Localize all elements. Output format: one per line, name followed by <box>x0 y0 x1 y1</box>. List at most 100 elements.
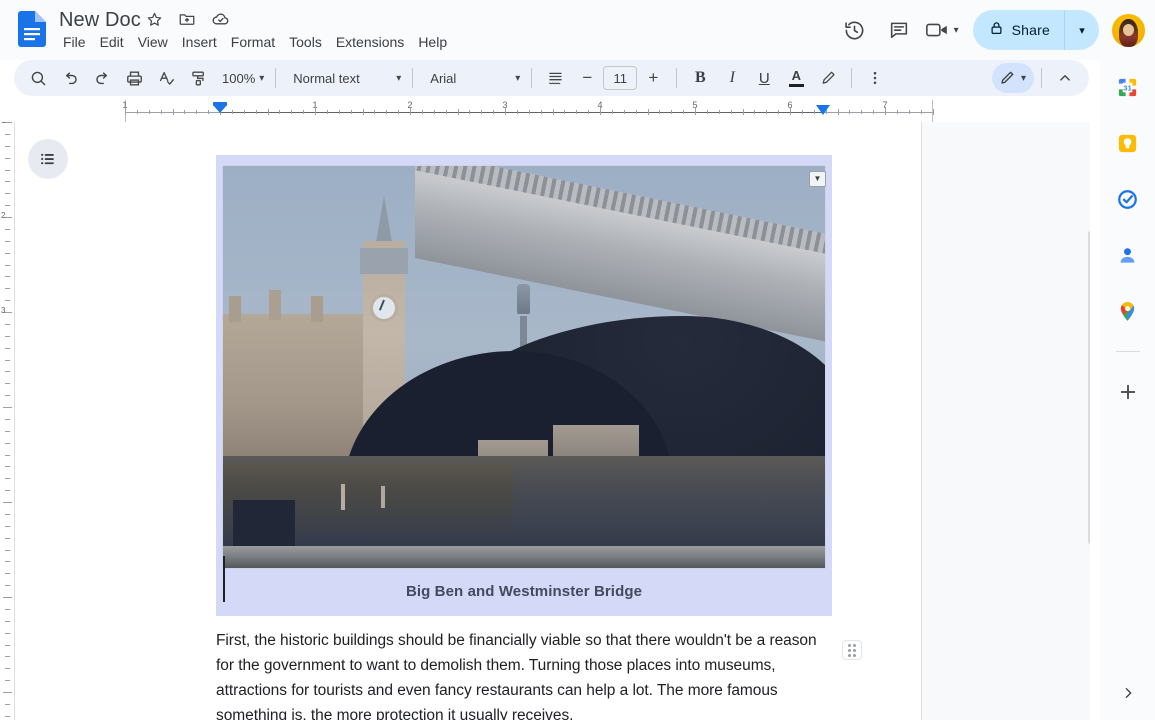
bold-button[interactable]: B <box>685 63 715 93</box>
add-ons-button[interactable] <box>1110 374 1146 410</box>
svg-text:31: 31 <box>1123 83 1132 92</box>
star-icon[interactable] <box>142 7 166 31</box>
document-page[interactable]: ▼ Big Ben and Westminster Bridge First, … <box>14 122 922 720</box>
ruler-tick <box>636 110 637 114</box>
ruler-tick <box>648 109 649 115</box>
paragraph-style-select[interactable]: Normal text ▾ <box>283 64 405 92</box>
share-caret-icon[interactable]: ▾ <box>1065 10 1099 50</box>
google-docs-logo-icon[interactable] <box>16 8 48 50</box>
move-to-folder-icon[interactable] <box>175 7 199 31</box>
ruler-tick <box>161 110 162 114</box>
ruler-tick <box>897 110 898 114</box>
paint-format-icon[interactable] <box>183 63 213 93</box>
more-vertical-icon[interactable] <box>860 63 890 93</box>
sidebar-divider <box>1115 351 1140 352</box>
vertical-ruler-tick <box>5 288 10 289</box>
ruler-tick <box>327 110 328 114</box>
menu-format[interactable]: Format <box>224 30 282 54</box>
comment-history-icon[interactable] <box>879 10 919 50</box>
image-caption[interactable]: Big Ben and Westminster Bridge <box>216 569 832 616</box>
sidebar-item-calendar[interactable]: 31 <box>1110 69 1146 105</box>
underline-button[interactable]: U <box>749 63 779 93</box>
redo-icon[interactable] <box>87 63 117 93</box>
meet-camera-button[interactable]: ▾ <box>923 10 961 50</box>
ruler-tick <box>529 110 530 114</box>
right-indent-marker[interactable] <box>816 105 830 115</box>
vertical-ruler-tick <box>5 170 10 171</box>
left-indent-marker[interactable] <box>213 105 227 113</box>
menu-view[interactable]: View <box>131 30 175 54</box>
sidebar-item-tasks[interactable] <box>1110 181 1146 217</box>
font-family-select[interactable]: Arial ▾ <box>420 64 524 92</box>
paragraph-style-value: Normal text <box>293 70 360 86</box>
ruler-tick <box>778 110 779 114</box>
line-spacing-icon[interactable] <box>540 63 570 93</box>
vertical-ruler-tick <box>5 360 10 361</box>
title-icon-group <box>142 7 232 31</box>
highlight-pen-icon[interactable] <box>813 63 843 93</box>
menu-insert[interactable]: Insert <box>175 30 224 54</box>
undo-icon[interactable] <box>55 63 85 93</box>
decrease-font-size-button[interactable]: − <box>572 63 602 93</box>
show-outline-button[interactable] <box>28 139 68 179</box>
edit-pencil-icon <box>998 69 1016 87</box>
vertical-ruler-tick <box>5 229 10 230</box>
menu-edit[interactable]: Edit <box>93 30 131 54</box>
vertical-ruler-tick <box>5 609 10 610</box>
chevron-down-icon[interactable]: ▾ <box>396 73 401 84</box>
sidebar-item-keep[interactable] <box>1110 125 1146 161</box>
ruler-tick <box>303 110 304 114</box>
share-button[interactable]: Share ▾ <box>972 10 1099 50</box>
vertical-ruler-tick <box>5 193 10 194</box>
vertical-ruler-tick <box>5 455 10 456</box>
ruler-tick <box>244 110 245 114</box>
text-color-button[interactable]: A <box>781 63 811 93</box>
ruler-tick <box>196 110 197 114</box>
saved-to-drive-icon[interactable] <box>208 7 232 31</box>
chevron-down-icon[interactable]: ▾ <box>259 73 264 84</box>
lock-icon <box>989 20 1004 41</box>
chevron-up-icon[interactable] <box>1050 63 1080 93</box>
editing-mode-caret-icon[interactable]: ▾ <box>1017 73 1030 84</box>
image-options-caret-icon[interactable]: ▼ <box>809 171 826 187</box>
vertical-ruler-tick <box>3 692 12 693</box>
avatar[interactable] <box>1112 13 1145 47</box>
ruler-tick <box>517 110 518 114</box>
menu-file[interactable]: File <box>56 30 93 54</box>
sidebar-item-contacts[interactable] <box>1110 237 1146 273</box>
increase-font-size-button[interactable]: + <box>638 63 668 93</box>
ruler-tick <box>743 109 744 115</box>
photo-parliament-spires <box>269 290 281 320</box>
italic-button[interactable]: I <box>717 63 747 93</box>
ruler-tick <box>458 109 459 115</box>
expand-side-panel-button[interactable] <box>1111 676 1145 710</box>
body-paragraph[interactable]: First, the historic buildings should be … <box>216 628 830 720</box>
menu-help[interactable]: Help <box>411 30 454 54</box>
spellcheck-icon[interactable] <box>151 63 181 93</box>
chevron-down-icon[interactable]: ▾ <box>515 73 520 84</box>
editing-mode-button[interactable]: ▾ <box>991 63 1034 93</box>
horizontal-ruler[interactable]: 1 1 2 3 4 5 6 7 <box>0 100 1090 122</box>
print-icon[interactable] <box>119 63 149 93</box>
vertical-ruler-tick <box>5 514 10 515</box>
menu-extensions[interactable]: Extensions <box>329 30 411 54</box>
vertical-scrollbar[interactable] <box>1088 230 1090 545</box>
ruler-tick <box>933 109 934 115</box>
ruler-tick <box>469 110 470 114</box>
drag-handle[interactable] <box>842 640 862 660</box>
meet-caret-icon[interactable]: ▾ <box>954 25 959 36</box>
share-main[interactable]: Share <box>973 10 1064 50</box>
vertical-ruler-number: 3 <box>1 306 6 315</box>
version-history-icon[interactable] <box>835 10 875 50</box>
vertical-ruler-tick <box>5 550 10 551</box>
selected-image-block[interactable]: ▼ Big Ben and Westminster Bridge <box>216 155 832 616</box>
zoom-control[interactable]: 100% ▾ <box>214 64 268 92</box>
document-canvas: 1 2 3 ▼ <box>0 122 1090 720</box>
ruler-tick <box>612 110 613 114</box>
menu-tools[interactable]: Tools <box>282 30 329 54</box>
text-cursor <box>223 556 225 602</box>
font-size-input[interactable]: 11 <box>603 66 638 90</box>
search-icon[interactable] <box>23 63 53 93</box>
sidebar-item-maps[interactable] <box>1110 293 1146 329</box>
big-ben-westminster-bridge-image[interactable] <box>222 165 826 569</box>
